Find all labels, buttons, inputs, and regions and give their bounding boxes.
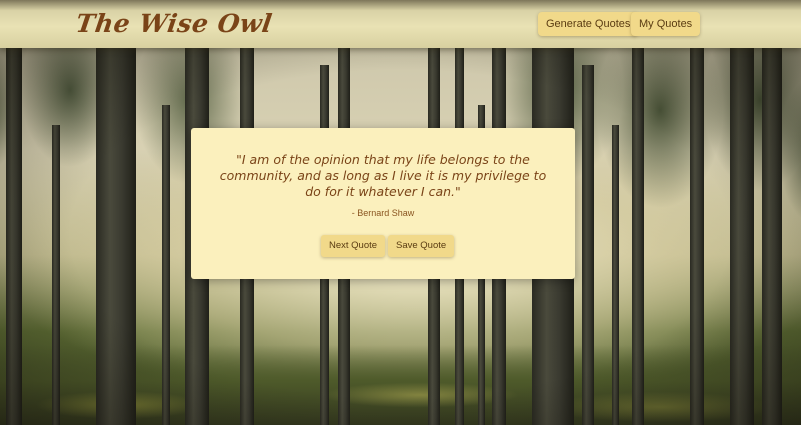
quote-text: "I am of the opinion that my life belong… — [219, 152, 547, 199]
next-quote-button[interactable]: Next Quote — [321, 235, 386, 257]
brand-logo[interactable]: The Wise Owl — [73, 6, 274, 42]
my-quotes-button[interactable]: My Quotes — [631, 12, 701, 36]
generate-quotes-button[interactable]: Generate Quotes — [538, 12, 639, 36]
save-quote-button[interactable]: Save Quote — [388, 235, 455, 257]
quote-author: - Bernard Shaw — [351, 208, 415, 218]
quote-card: "I am of the opinion that my life belong… — [191, 128, 575, 279]
top-navbar: The Wise Owl Generate Quotes My Quotes — [0, 0, 801, 48]
